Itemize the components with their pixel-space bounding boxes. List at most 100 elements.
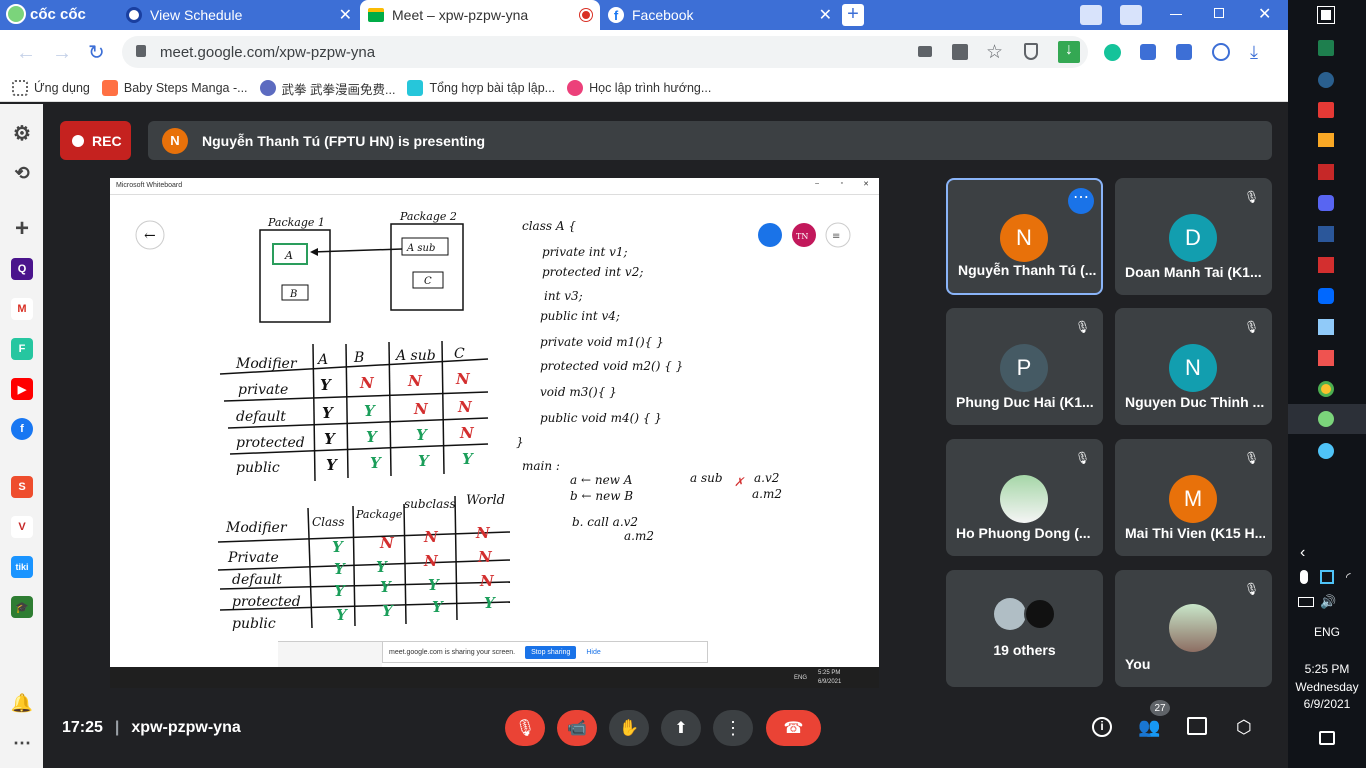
bookmark-learn-programming[interactable]: Học lập trình hướng... xyxy=(567,80,711,96)
bookmark-exercises[interactable]: Tổng hợp bài tập lập... xyxy=(407,80,555,96)
new-tab-button[interactable]: + xyxy=(842,4,864,26)
music-icon[interactable] xyxy=(1176,44,1192,60)
volume-icon[interactable]: 🔊 xyxy=(1320,594,1336,610)
mic-toggle-button[interactable]: 🎙 xyxy=(505,710,545,746)
bookmark-baby-steps[interactable]: Baby Steps Manga -... xyxy=(101,80,248,96)
profile-icon[interactable] xyxy=(1212,43,1230,61)
t2-c: N xyxy=(423,552,439,570)
t2-c: N xyxy=(479,572,495,590)
reload-icon[interactable]: ↻ xyxy=(88,40,105,65)
browser-logo[interactable]: cốc cốc xyxy=(6,4,86,24)
zalo-icon[interactable] xyxy=(1318,288,1334,304)
activities-icon[interactable]: ⬡ xyxy=(1236,717,1252,738)
url-bar[interactable]: meet.google.com/xpw-pzpw-yna ☆ ↓ xyxy=(122,36,1088,68)
action-center-icon[interactable] xyxy=(1319,731,1335,745)
tab-view-schedule[interactable]: View Schedule ✕ xyxy=(118,0,360,30)
t1-c: Y xyxy=(364,402,376,420)
shield-icon[interactable] xyxy=(1024,43,1038,60)
folder-icon[interactable] xyxy=(1318,133,1334,147)
app-icon-3[interactable] xyxy=(1318,443,1334,459)
clock-time[interactable]: 5:25 PM xyxy=(1288,662,1366,676)
camera-toggle-button[interactable]: 📹 xyxy=(557,710,597,746)
taskbar-app-icon[interactable] xyxy=(1318,40,1334,56)
tray-app-icon[interactable] xyxy=(1320,570,1334,584)
downloads-icon[interactable]: ⤓ xyxy=(1250,42,1258,63)
bookmark-manga[interactable]: 武拳 武拳漫画免费... xyxy=(259,79,395,98)
steam-icon[interactable] xyxy=(1318,72,1334,88)
hide-link[interactable]: Hide xyxy=(586,649,600,656)
participant-tile[interactable]: N ⋯ Nguyễn Thanh Tú (... xyxy=(946,178,1103,295)
facebook-messenger-icon[interactable]: f xyxy=(11,418,33,440)
mic-tray-icon[interactable] xyxy=(1300,570,1308,584)
app-icon[interactable] xyxy=(1318,164,1334,180)
notification-bell-icon[interactable]: 🔔 xyxy=(11,692,33,714)
coccoc-icon xyxy=(6,4,26,24)
extensions-puzzle-icon[interactable] xyxy=(1140,44,1156,60)
chrome-icon[interactable] xyxy=(1318,381,1334,397)
more-options-button[interactable]: ⋮ xyxy=(713,710,753,746)
camera-icon[interactable] xyxy=(918,46,932,57)
translate-icon[interactable] xyxy=(952,44,968,60)
coccoc-app-icon[interactable] xyxy=(1318,411,1334,427)
feedly-icon[interactable]: F xyxy=(11,338,33,360)
participant-tile[interactable]: N 🎙 Nguyen Duc Thinh ... xyxy=(1115,308,1272,425)
windows-start-icon[interactable] xyxy=(1317,6,1335,24)
history-icon[interactable]: ⟲ xyxy=(11,162,33,184)
settings-icon[interactable]: ⚙ xyxy=(11,122,33,145)
cross-mark: ✗ xyxy=(734,475,745,489)
participant-tile[interactable]: M 🎙 Mai Thi Vien (K15 H... xyxy=(1115,439,1272,556)
download-icon[interactable]: ↓ xyxy=(1058,41,1080,63)
messenger-icon[interactable]: Q xyxy=(11,258,33,280)
stop-sharing-button[interactable]: Stop sharing xyxy=(525,645,577,659)
presenting-text: Nguyễn Thanh Tú (FPTU HN) is presenting xyxy=(202,132,486,149)
close-tab-icon[interactable]: ✕ xyxy=(339,5,352,25)
people-icon[interactable]: 👥 xyxy=(1138,717,1160,738)
others-tile[interactable]: 19 others xyxy=(946,570,1103,687)
wifi-icon[interactable]: ◜ xyxy=(1346,570,1351,584)
close-tab-icon[interactable]: ✕ xyxy=(819,5,832,25)
sharing-notice: meet.google.com is sharing your screen. … xyxy=(382,641,708,663)
chevron-left-icon[interactable]: ‹ xyxy=(1300,544,1305,562)
add-icon[interactable]: + xyxy=(11,215,33,242)
app-icon-2[interactable] xyxy=(1318,257,1334,273)
language-indicator[interactable]: ENG xyxy=(1288,625,1366,639)
participant-tile[interactable]: P 🎙 Phung Duc Hai (K1... xyxy=(946,308,1103,425)
forward-icon[interactable]: → xyxy=(52,42,72,65)
vtv-icon[interactable]: V xyxy=(11,516,33,538)
facebook-icon: f xyxy=(608,7,624,23)
tiki-icon[interactable]: tiki xyxy=(11,556,33,578)
anydesk-icon[interactable] xyxy=(1318,350,1334,366)
back-icon[interactable]: ← xyxy=(16,42,36,65)
discord-icon[interactable] xyxy=(1318,195,1334,211)
word-icon[interactable] xyxy=(1318,226,1334,242)
screenshot-icon[interactable] xyxy=(1080,5,1102,25)
more-icon[interactable]: ⋯ xyxy=(11,732,33,754)
tab-facebook[interactable]: f Facebook ✕ xyxy=(600,0,840,30)
minimize-icon[interactable] xyxy=(1170,14,1182,15)
leave-call-button[interactable]: ☎ xyxy=(766,710,821,746)
self-tile[interactable]: 🎙 You xyxy=(1115,570,1272,687)
chat-icon[interactable] xyxy=(1187,717,1207,735)
maximize-icon[interactable] xyxy=(1214,8,1224,18)
participant-menu-icon[interactable]: ⋯ xyxy=(1068,188,1094,214)
participant-tile[interactable]: 🎙 Ho Phuong Dong (... xyxy=(946,439,1103,556)
star-icon[interactable]: ☆ xyxy=(986,41,1003,64)
extension-grammarly-icon[interactable] xyxy=(1104,44,1121,61)
vs-icon[interactable] xyxy=(1318,102,1334,118)
wb-close-icon: ✕ xyxy=(863,181,869,188)
box-icon[interactable] xyxy=(1318,319,1334,335)
raise-hand-button[interactable]: ✋ xyxy=(609,710,649,746)
youtube-icon[interactable]: ▶ xyxy=(11,378,33,400)
education-icon[interactable]: 🎓 xyxy=(11,596,33,618)
inner-lang: ENG xyxy=(794,675,808,681)
tab-meet[interactable]: Meet – xpw-pzpw-yna xyxy=(360,0,600,30)
participant-tile[interactable]: D 🎙 Doan Manh Tai (K1... xyxy=(1115,178,1272,295)
battery-icon[interactable] xyxy=(1298,597,1314,607)
close-window-icon[interactable]: ✕ xyxy=(1258,4,1271,24)
info-icon[interactable]: i xyxy=(1092,717,1112,737)
sidebar-toggle-icon[interactable] xyxy=(1120,5,1142,25)
present-button[interactable]: ⬆ xyxy=(661,710,701,746)
gmail-icon[interactable]: M xyxy=(11,298,33,320)
bookmark-apps[interactable]: Ứng dụng xyxy=(12,80,90,96)
shopee-icon[interactable]: S xyxy=(11,476,33,498)
